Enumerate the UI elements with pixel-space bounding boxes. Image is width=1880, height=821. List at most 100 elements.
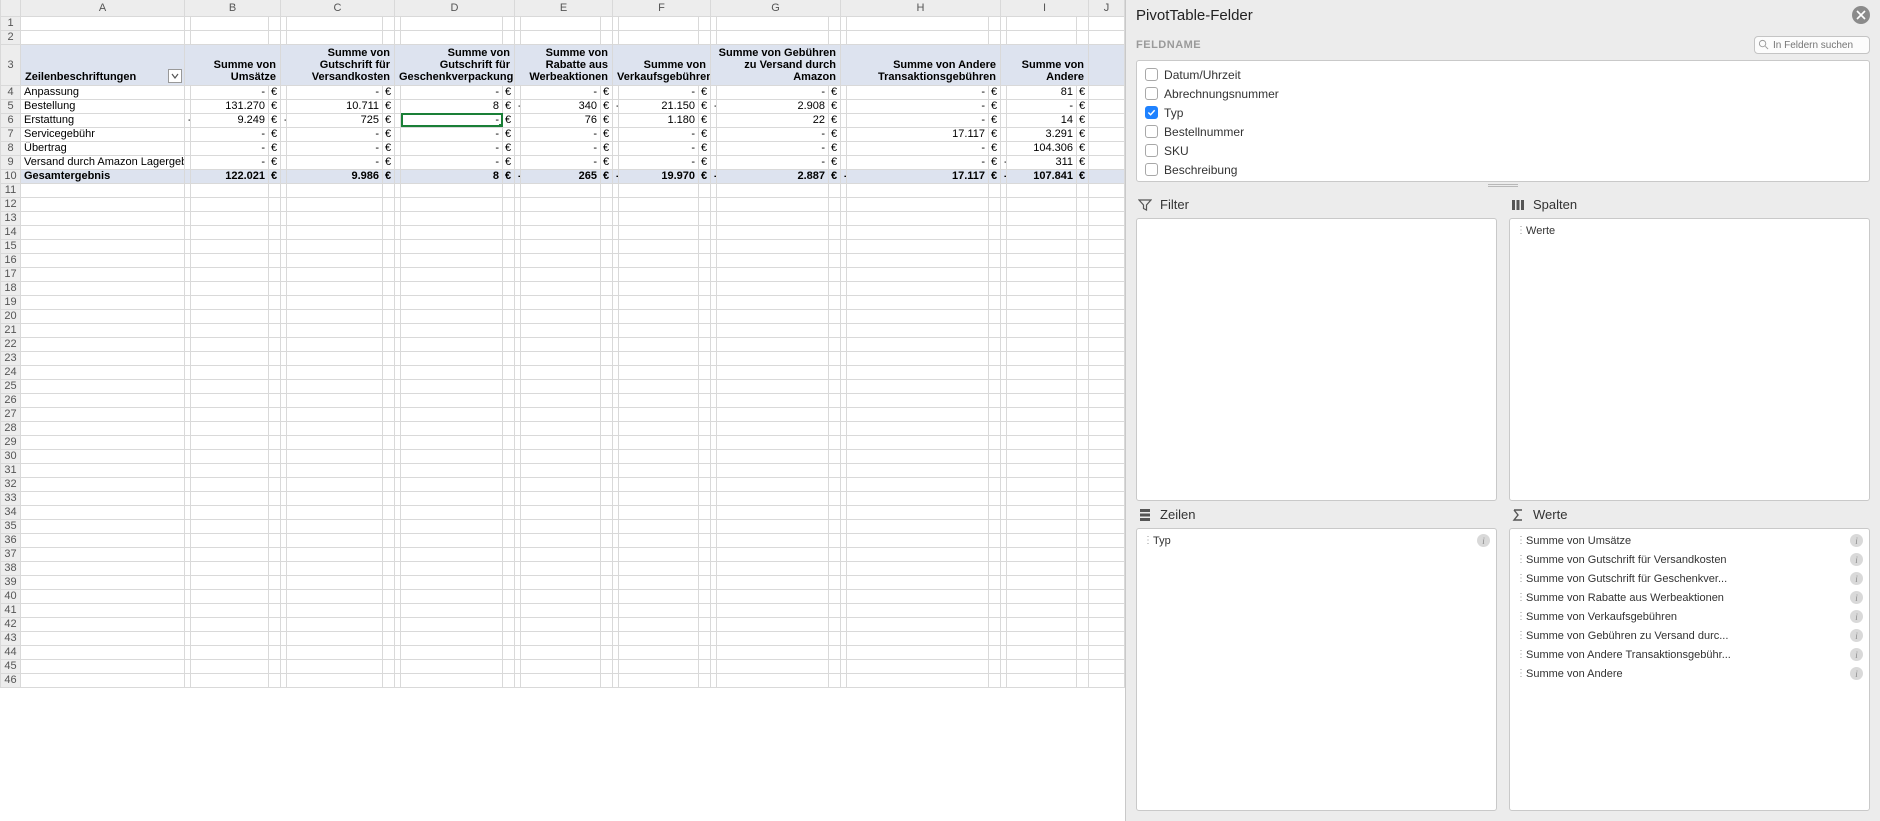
field-checkbox[interactable] xyxy=(1145,163,1158,176)
row-head-1[interactable]: 1 xyxy=(1,16,21,30)
row-head-14[interactable]: 14 xyxy=(1,225,21,239)
col-D[interactable]: D xyxy=(395,0,515,16)
cell[interactable]: - xyxy=(191,85,269,99)
field-SKU[interactable]: SKU xyxy=(1137,141,1869,160)
row-head-5[interactable]: 5 xyxy=(1,99,21,113)
row-head-34[interactable]: 34 xyxy=(1,505,21,519)
area-item[interactable]: ⋮ Summe von Gutschrift für Geschenkver..… xyxy=(1512,569,1867,588)
cell[interactable]: - xyxy=(521,127,601,141)
cell[interactable]: - xyxy=(401,113,503,127)
row-head-31[interactable]: 31 xyxy=(1,463,21,477)
row-head-32[interactable]: 32 xyxy=(1,477,21,491)
cell[interactable]: - xyxy=(521,85,601,99)
row-head-35[interactable]: 35 xyxy=(1,519,21,533)
drag-handle-icon[interactable]: ⋮ xyxy=(1516,649,1522,660)
cell[interactable]: 81 xyxy=(1007,85,1077,99)
col-F[interactable]: F xyxy=(613,0,711,16)
field-Bestellnummer[interactable]: Bestellnummer xyxy=(1137,122,1869,141)
rows-dropzone[interactable]: ⋮ Typ i xyxy=(1136,528,1497,811)
cell[interactable]: 104.306 xyxy=(1007,141,1077,155)
drag-handle-icon[interactable]: ⋮ xyxy=(1516,630,1522,641)
row-head-11[interactable]: 11 xyxy=(1,183,21,197)
info-icon[interactable]: i xyxy=(1850,648,1863,661)
field-Datum/Uhrzeit[interactable]: Datum/Uhrzeit xyxy=(1137,65,1869,84)
cell[interactable]: 10.711 xyxy=(287,99,383,113)
row-label[interactable]: Anpassung xyxy=(21,85,185,99)
grand-total-label[interactable]: Gesamtergebnis xyxy=(21,169,185,183)
cell[interactable]: 3.291 xyxy=(1007,127,1077,141)
drag-handle-icon[interactable]: ⋮ xyxy=(1516,573,1522,584)
cell[interactable]: - xyxy=(717,141,829,155)
cell[interactable]: - xyxy=(191,127,269,141)
row-head-25[interactable]: 25 xyxy=(1,379,21,393)
field-list[interactable]: Datum/Uhrzeit Abrechnungsnummer Typ Best… xyxy=(1136,60,1870,182)
col-J[interactable]: J xyxy=(1089,0,1125,16)
row-head-17[interactable]: 17 xyxy=(1,267,21,281)
info-icon[interactable]: i xyxy=(1477,534,1490,547)
info-icon[interactable]: i xyxy=(1850,629,1863,642)
cell[interactable]: - xyxy=(1007,99,1077,113)
col-C[interactable]: C xyxy=(281,0,395,16)
spreadsheet-grid[interactable]: A B C D E F G H I J 123Zeilenbeschriftun… xyxy=(0,0,1125,821)
cell[interactable]: - xyxy=(401,127,503,141)
cell[interactable]: - xyxy=(521,155,601,169)
row-labels-header[interactable]: Zeilenbeschriftungen xyxy=(21,44,185,85)
cell[interactable]: 76 xyxy=(521,113,601,127)
area-item[interactable]: ⋮ Werte xyxy=(1512,221,1867,240)
cell[interactable]: - xyxy=(847,155,989,169)
area-item[interactable]: ⋮ Summe von Gutschrift für Versandkosten… xyxy=(1512,550,1867,569)
cell[interactable]: - xyxy=(619,85,699,99)
row-head-20[interactable]: 20 xyxy=(1,309,21,323)
row-head-26[interactable]: 26 xyxy=(1,393,21,407)
col-H[interactable]: H xyxy=(841,0,1001,16)
area-item[interactable]: ⋮ Summe von Umsätze i xyxy=(1512,531,1867,550)
row-head-42[interactable]: 42 xyxy=(1,617,21,631)
cell[interactable]: - xyxy=(521,141,601,155)
row-head-43[interactable]: 43 xyxy=(1,631,21,645)
field-checkbox[interactable] xyxy=(1145,144,1158,157)
cell[interactable]: - xyxy=(847,113,989,127)
row-label[interactable]: Versand durch Amazon Lagergebühr xyxy=(21,155,185,169)
cell[interactable]: - xyxy=(717,127,829,141)
cell[interactable]: - xyxy=(191,141,269,155)
row-head-46[interactable]: 46 xyxy=(1,673,21,687)
cell[interactable]: 311 xyxy=(1007,155,1077,169)
row-head-36[interactable]: 36 xyxy=(1,533,21,547)
row-head-41[interactable]: 41 xyxy=(1,603,21,617)
row-head-15[interactable]: 15 xyxy=(1,239,21,253)
row-label[interactable]: Erstattung xyxy=(21,113,185,127)
value-header-2[interactable]: Summe von Gutschrift für Geschenkverpack… xyxy=(395,44,515,85)
row-head-16[interactable]: 16 xyxy=(1,253,21,267)
cell[interactable]: - xyxy=(191,155,269,169)
info-icon[interactable]: i xyxy=(1850,553,1863,566)
row-head-28[interactable]: 28 xyxy=(1,421,21,435)
field-search[interactable] xyxy=(1754,36,1870,54)
cell[interactable]: 8 xyxy=(401,99,503,113)
cell[interactable]: - xyxy=(287,155,383,169)
cell[interactable]: 21.150 xyxy=(619,99,699,113)
info-icon[interactable]: i xyxy=(1850,572,1863,585)
cell[interactable]: 17.117 xyxy=(847,127,989,141)
cell[interactable]: 122.021 xyxy=(191,169,269,183)
cell[interactable]: - xyxy=(847,141,989,155)
row-head-9[interactable]: 9 xyxy=(1,155,21,169)
cell[interactable]: - xyxy=(619,155,699,169)
cell[interactable]: 2.887 xyxy=(717,169,829,183)
row-head-10[interactable]: 10 xyxy=(1,169,21,183)
drag-handle-icon[interactable]: ⋮ xyxy=(1143,535,1149,546)
row-labels-filter-button[interactable] xyxy=(168,69,182,83)
cell[interactable]: 17.117 xyxy=(847,169,989,183)
filter-dropzone[interactable] xyxy=(1136,218,1497,501)
drag-handle-icon[interactable]: ⋮ xyxy=(1516,225,1522,236)
row-head-19[interactable]: 19 xyxy=(1,295,21,309)
drag-handle-icon[interactable]: ⋮ xyxy=(1516,611,1522,622)
cell[interactable]: 22 xyxy=(717,113,829,127)
cell[interactable]: - xyxy=(287,127,383,141)
cell[interactable]: - xyxy=(287,85,383,99)
col-A[interactable]: A xyxy=(21,0,185,16)
drag-handle-icon[interactable]: ⋮ xyxy=(1516,668,1522,679)
row-label[interactable]: Übertrag xyxy=(21,141,185,155)
area-item[interactable]: ⋮ Summe von Verkaufsgebühren i xyxy=(1512,607,1867,626)
field-checkbox[interactable] xyxy=(1145,87,1158,100)
col-B[interactable]: B xyxy=(185,0,281,16)
